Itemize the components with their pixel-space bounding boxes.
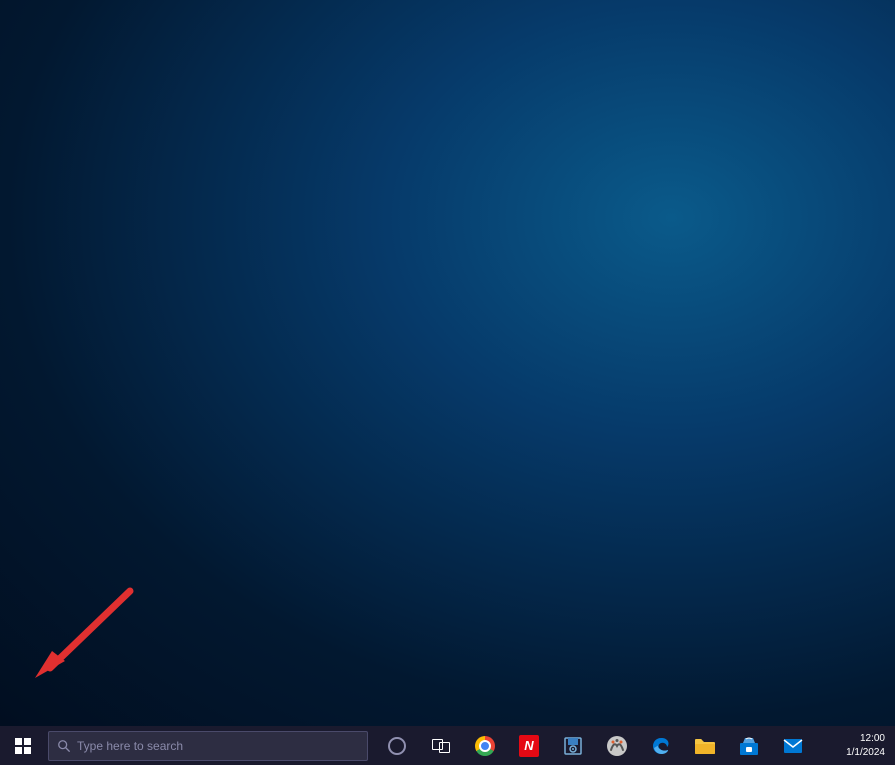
cortana-icon — [388, 737, 406, 755]
cortana-button[interactable] — [376, 726, 418, 765]
date-text: 1/1/2024 — [846, 746, 885, 760]
search-placeholder-text: Type here to search — [77, 739, 183, 753]
file-explorer-icon — [694, 737, 716, 755]
search-icon — [57, 739, 71, 753]
desktop — [0, 0, 895, 726]
task-view-button[interactable] — [420, 726, 462, 765]
chrome-button[interactable] — [464, 726, 506, 765]
system-tray: 12:00 1/1/2024 — [846, 732, 891, 760]
task-view-icon — [432, 739, 450, 753]
chrome-icon — [475, 736, 495, 756]
store-icon — [739, 736, 759, 756]
pointer-arrow — [30, 586, 140, 686]
disk-button[interactable] — [552, 726, 594, 765]
edge-button[interactable] — [640, 726, 682, 765]
mail-button[interactable] — [772, 726, 814, 765]
mame-icon — [606, 735, 628, 757]
search-box[interactable]: Type here to search — [48, 731, 368, 761]
start-button[interactable] — [0, 726, 46, 765]
mame-button[interactable] — [596, 726, 638, 765]
time-text: 12:00 — [846, 732, 885, 746]
netflix-icon: N — [519, 735, 539, 757]
file-explorer-button[interactable] — [684, 726, 726, 765]
store-button[interactable] — [728, 726, 770, 765]
edge-icon — [651, 736, 671, 756]
netflix-button[interactable]: N — [508, 726, 550, 765]
clock-display[interactable]: 12:00 1/1/2024 — [846, 732, 891, 760]
disk-icon — [563, 736, 583, 756]
windows-logo-icon — [15, 738, 31, 754]
mail-icon — [783, 738, 803, 754]
taskbar-icons-group: N — [376, 726, 846, 765]
taskbar: Type here to search N — [0, 726, 895, 765]
